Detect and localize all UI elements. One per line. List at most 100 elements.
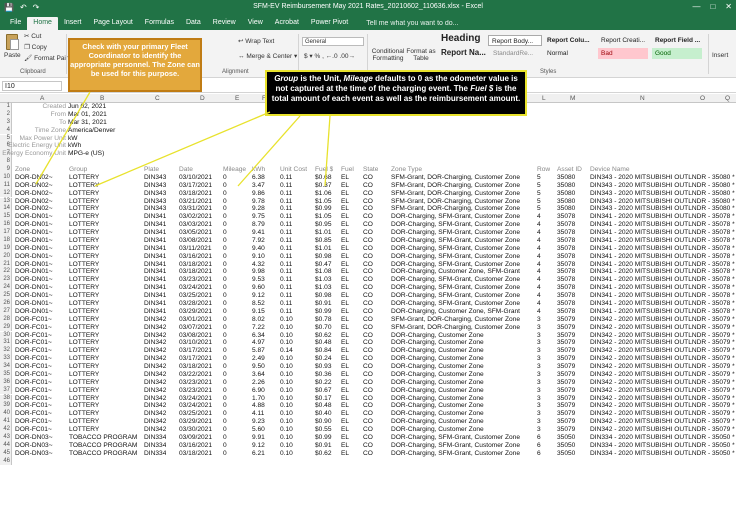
- row-header[interactable]: 32: [0, 347, 12, 356]
- table-cell[interactable]: LOTTERY: [69, 253, 99, 261]
- table-cell[interactable]: 4.32: [252, 261, 265, 269]
- row-header[interactable]: 12: [0, 189, 12, 198]
- table-cell[interactable]: 03/25/2021: [179, 292, 212, 300]
- table-cell[interactable]: DOR-Charging, SFM-Grant, Customer Zone: [391, 237, 520, 245]
- table-cell[interactable]: DOR-FC01~: [15, 316, 52, 324]
- table-cell[interactable]: 35079: [557, 379, 575, 387]
- table-cell[interactable]: $1.08: [315, 268, 332, 276]
- table-cell[interactable]: 8.02: [252, 316, 265, 324]
- table-cell[interactable]: 0: [223, 363, 227, 371]
- table-cell[interactable]: DIN342 - 2020 MITSUBISHI OUTLNDR - 35079…: [590, 426, 735, 434]
- table-cell[interactable]: 03/18/2021: [179, 268, 212, 276]
- table-cell[interactable]: LOTTERY: [69, 276, 99, 284]
- table-cell[interactable]: DIN341 - 2020 MITSUBISHI OUTLNDR - 35078…: [590, 229, 735, 237]
- row-header[interactable]: 14: [0, 205, 12, 214]
- table-cell[interactable]: 03/10/2021: [179, 174, 212, 182]
- table-cell[interactable]: 0.10: [280, 355, 293, 363]
- table-cell[interactable]: 3: [537, 402, 541, 410]
- table-cell[interactable]: EL: [341, 198, 349, 206]
- table-cell[interactable]: 6: [537, 434, 541, 442]
- table-cell[interactable]: 9.41: [252, 229, 265, 237]
- table-cell[interactable]: $0.78: [315, 316, 332, 324]
- table-cell[interactable]: DIN341: [144, 292, 166, 300]
- table-cell[interactable]: $1.03: [315, 276, 332, 284]
- table-cell[interactable]: 0.10: [280, 363, 293, 371]
- table-cell[interactable]: 5: [537, 198, 541, 206]
- table-cell[interactable]: 0.10: [280, 395, 293, 403]
- table-cell[interactable]: 03/21/2021: [179, 198, 212, 206]
- table-cell[interactable]: 03/17/2021: [179, 355, 212, 363]
- table-cell[interactable]: 03/16/2021: [179, 442, 212, 450]
- table-cell[interactable]: 4: [537, 284, 541, 292]
- table-cell[interactable]: DIN343: [144, 205, 166, 213]
- table-cell[interactable]: EL: [341, 371, 349, 379]
- table-cell[interactable]: DOR-FC01~: [15, 355, 52, 363]
- table-cell[interactable]: 3: [537, 363, 541, 371]
- table-cell[interactable]: DIN342: [144, 355, 166, 363]
- table-cell[interactable]: 35079: [557, 395, 575, 403]
- table-cell[interactable]: CO: [363, 450, 373, 458]
- table-cell[interactable]: $1.05: [315, 198, 332, 206]
- table-cell[interactable]: 0: [223, 395, 227, 403]
- table-cell[interactable]: 9.15: [252, 308, 265, 316]
- table-cell[interactable]: EL: [341, 205, 349, 213]
- row-header[interactable]: 17: [0, 229, 12, 237]
- table-cell[interactable]: LOTTERY: [69, 221, 99, 229]
- table-cell[interactable]: 35078: [557, 229, 575, 237]
- row-header[interactable]: 13: [0, 197, 12, 206]
- row-header[interactable]: 19: [0, 244, 12, 253]
- table-cell[interactable]: 3: [537, 387, 541, 395]
- table-cell[interactable]: 35050: [557, 434, 575, 442]
- table-cell[interactable]: DOR-DN01~: [15, 261, 53, 269]
- table-cell[interactable]: EL: [341, 363, 349, 371]
- table-cell[interactable]: EL: [341, 213, 349, 221]
- table-cell[interactable]: DIN341: [144, 237, 166, 245]
- table-cell[interactable]: CO: [363, 253, 373, 261]
- table-cell[interactable]: DOR-DN03~: [15, 442, 53, 450]
- table-cell[interactable]: DIN341: [144, 261, 166, 269]
- table-cell[interactable]: DIN334 - 2020 MITSUBISHI OUTLNDR - 35050…: [590, 450, 735, 458]
- tab-view[interactable]: View: [242, 17, 269, 30]
- style-normal[interactable]: Normal: [544, 48, 571, 59]
- table-cell[interactable]: DIN343 - 2020 MITSUBISHI OUTLNDR - 35080…: [590, 174, 735, 182]
- table-cell[interactable]: 35079: [557, 316, 575, 324]
- table-cell[interactable]: 4: [537, 268, 541, 276]
- table-cell[interactable]: 0: [223, 292, 227, 300]
- table-cell[interactable]: 0.11: [280, 229, 292, 237]
- table-cell[interactable]: $0.99: [315, 308, 332, 316]
- table-cell[interactable]: DIN342: [144, 324, 166, 332]
- table-cell[interactable]: CO: [363, 387, 373, 395]
- table-cell[interactable]: 03/18/2021: [179, 190, 212, 198]
- table-cell[interactable]: DIN341: [144, 268, 166, 276]
- table-cell[interactable]: 0: [223, 276, 227, 284]
- table-cell[interactable]: CO: [363, 268, 373, 276]
- row-header[interactable]: 33: [0, 355, 12, 363]
- table-cell[interactable]: 03/29/2021: [179, 308, 212, 316]
- table-cell[interactable]: 0.11: [280, 284, 292, 292]
- maximize-icon[interactable]: □: [710, 2, 715, 11]
- table-cell[interactable]: CO: [363, 418, 373, 426]
- table-cell[interactable]: DOR-Charging, SFM-Grant, Customer Zone: [391, 292, 520, 300]
- row-header[interactable]: 38: [0, 394, 12, 403]
- table-cell[interactable]: DOR-DN01~: [15, 229, 53, 237]
- table-cell[interactable]: DOR-DN01~: [15, 268, 53, 276]
- table-cell[interactable]: EL: [341, 410, 349, 418]
- table-cell[interactable]: 9.28: [252, 205, 265, 213]
- table-cell[interactable]: 35079: [557, 418, 575, 426]
- table-cell[interactable]: $0.22: [315, 379, 332, 387]
- row-header[interactable]: 27: [0, 307, 12, 316]
- column-header-b[interactable]: B: [100, 95, 104, 102]
- table-cell[interactable]: DIN342: [144, 316, 166, 324]
- table-cell[interactable]: $0.90: [315, 418, 332, 426]
- table-cell[interactable]: 35079: [557, 371, 575, 379]
- cut-button[interactable]: ✂ Cut: [24, 32, 41, 40]
- row-header[interactable]: 11: [0, 181, 12, 190]
- table-cell[interactable]: LOTTERY: [69, 324, 99, 332]
- table-cell[interactable]: 35078: [557, 284, 575, 292]
- table-cell[interactable]: 4: [537, 237, 541, 245]
- table-cell[interactable]: EL: [341, 379, 349, 387]
- table-cell[interactable]: DIN341 - 2020 MITSUBISHI OUTLNDR - 35078…: [590, 221, 735, 229]
- table-cell[interactable]: 03/30/2021: [179, 426, 212, 434]
- table-cell[interactable]: EL: [341, 395, 349, 403]
- table-cell[interactable]: DIN342 - 2020 MITSUBISHI OUTLNDR - 35079…: [590, 395, 735, 403]
